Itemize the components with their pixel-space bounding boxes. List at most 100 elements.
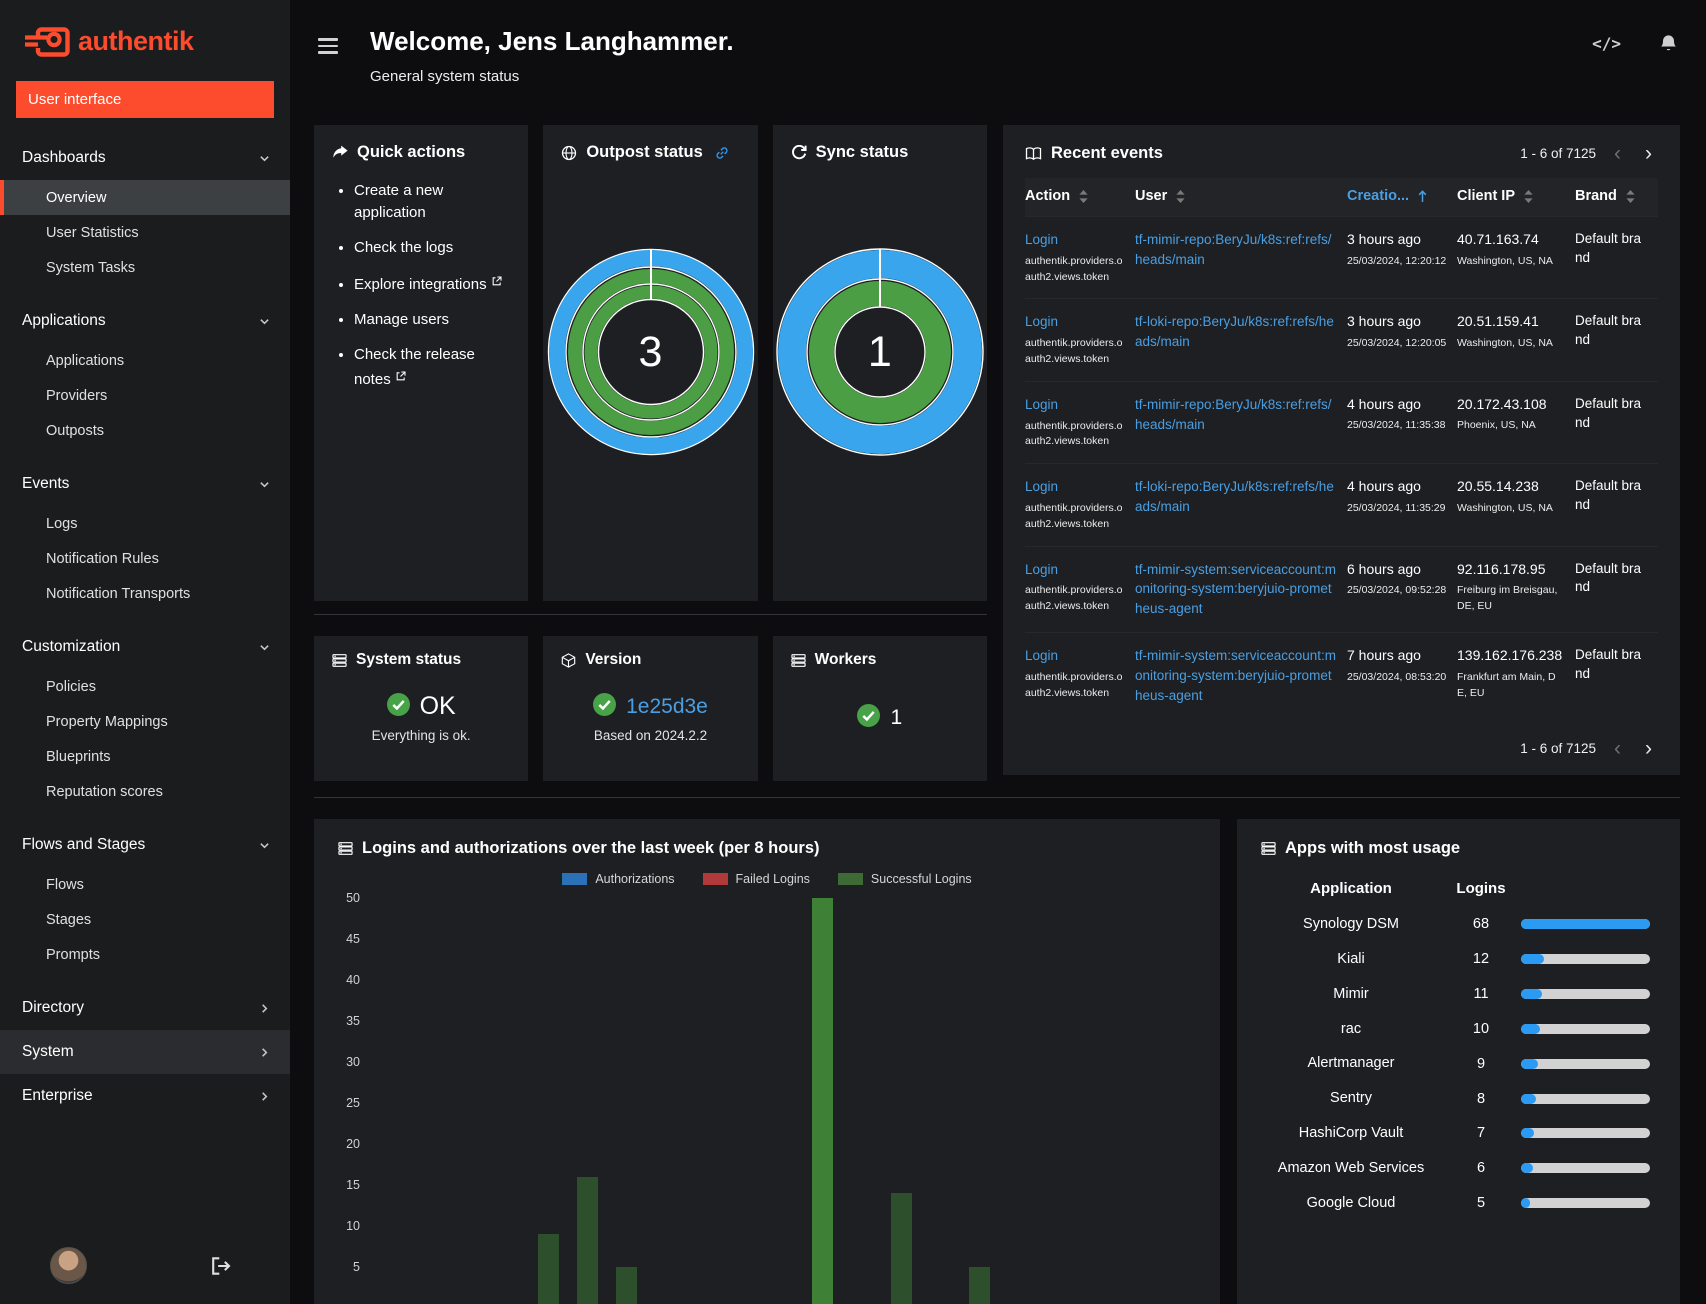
- event-action-detail: authentik.providers.oauth2.views.token: [1025, 254, 1123, 283]
- api-browser-icon[interactable]: </>: [1592, 34, 1621, 53]
- app-usage-progress-bar: [1521, 919, 1650, 930]
- event-row[interactable]: Login authentik.providers.oauth2.views.to…: [1025, 298, 1658, 380]
- quick-action-check-the-logs[interactable]: Check the logs: [354, 237, 510, 259]
- pagination-next-button[interactable]: ›: [1639, 738, 1658, 759]
- event-user-link[interactable]: tf-mimir-repo:BeryJu/k8s:ref:refs/heads/…: [1135, 397, 1332, 432]
- sidebar-section-customization[interactable]: Customization: [0, 625, 290, 669]
- event-client-ip: 139.162.176.238: [1457, 647, 1563, 664]
- sidebar-item-logs[interactable]: Logs: [0, 506, 290, 541]
- column-header-creatio[interactable]: Creatio...: [1347, 188, 1457, 204]
- apps-usage-table: Application Logins Synology DSM 68 Kiali 12…: [1261, 874, 1656, 1221]
- event-row[interactable]: Login authentik.providers.oauth2.views.to…: [1025, 216, 1658, 298]
- pagination-label: 1 - 6 of 7125: [1520, 146, 1596, 161]
- event-user-link[interactable]: tf-mimir-system:serviceaccount:monitorin…: [1135, 648, 1336, 703]
- event-row[interactable]: Login authentik.providers.oauth2.views.to…: [1025, 380, 1658, 463]
- event-action-link[interactable]: Login: [1025, 232, 1058, 247]
- sidebar-item-user-statistics[interactable]: User Statistics: [0, 215, 290, 250]
- sidebar-item-label: Property Mappings: [46, 713, 168, 730]
- sidebar-item-notification-transports[interactable]: Notification Transports: [0, 576, 290, 611]
- sidebar-item-prompts[interactable]: Prompts: [0, 937, 290, 972]
- sidebar-section-events[interactable]: Events: [0, 462, 290, 506]
- sidebar-item-policies[interactable]: Policies: [0, 669, 290, 704]
- sort-icon[interactable]: [1626, 189, 1635, 203]
- sidebar-item-overview[interactable]: Overview: [0, 180, 290, 215]
- event-row[interactable]: Login authentik.providers.oauth2.views.to…: [1025, 545, 1658, 633]
- column-header-client-ip[interactable]: Client IP: [1457, 188, 1575, 204]
- sidebar-item-reputation-scores[interactable]: Reputation scores: [0, 774, 290, 809]
- sidebar-section-applications[interactable]: Applications: [0, 299, 290, 343]
- divider: [314, 797, 1680, 798]
- event-user-link[interactable]: tf-mimir-system:serviceaccount:monitorin…: [1135, 562, 1336, 617]
- app-name: Mimir: [1333, 985, 1369, 1002]
- sidebar-item-system-tasks[interactable]: System Tasks: [0, 250, 290, 285]
- event-action-link[interactable]: Login: [1025, 314, 1058, 329]
- y-axis-tick: 5: [353, 1260, 360, 1274]
- sort-icon[interactable]: [1176, 189, 1185, 203]
- sidebar-item-outposts[interactable]: Outposts: [0, 413, 290, 448]
- quick-action-explore-integrations[interactable]: Explore integrations: [354, 271, 510, 296]
- sidebar-section-directory[interactable]: Directory: [0, 986, 290, 1030]
- sidebar-item-notification-rules[interactable]: Notification Rules: [0, 541, 290, 576]
- quick-action-create-a-new-application[interactable]: Create a new application: [354, 180, 510, 224]
- app-login-count: 68: [1472, 916, 1490, 933]
- sort-icon[interactable]: [1079, 189, 1088, 203]
- event-action-detail: authentik.providers.oauth2.views.token: [1025, 584, 1123, 613]
- pagination-prev-button[interactable]: ‹: [1608, 738, 1627, 759]
- pagination-next-button[interactable]: ›: [1639, 143, 1658, 164]
- column-header-user[interactable]: User: [1135, 188, 1347, 204]
- chart-bar-successful-logins: [537, 1234, 559, 1304]
- event-user-link[interactable]: tf-loki-repo:BeryJu/k8s:ref:refs/heads/m…: [1135, 314, 1334, 349]
- user-avatar[interactable]: [50, 1247, 87, 1284]
- event-time: 3 hours ago: [1347, 313, 1421, 330]
- sidebar-section-label: Flows and Stages: [22, 836, 146, 853]
- sidebar-item-property-mappings[interactable]: Property Mappings: [0, 704, 290, 739]
- logo-wordmark: authentik: [78, 26, 194, 56]
- sync-status-title: Sync status: [815, 143, 909, 161]
- sidebar-item-flows[interactable]: Flows: [0, 867, 290, 902]
- user-interface-button[interactable]: User interface: [16, 81, 274, 118]
- column-header-brand[interactable]: Brand: [1575, 188, 1658, 204]
- notifications-bell-icon[interactable]: [1659, 34, 1678, 53]
- pagination-prev-button[interactable]: ‹: [1608, 143, 1627, 164]
- sort-icon[interactable]: [1524, 189, 1533, 203]
- sidebar-item-providers[interactable]: Providers: [0, 378, 290, 413]
- event-timestamp: 25/03/2024, 09:52:28: [1347, 584, 1447, 597]
- sidebar-item-stages[interactable]: Stages: [0, 902, 290, 937]
- app-login-count: 11: [1473, 986, 1489, 1003]
- event-location: Washington, US, NA: [1457, 254, 1553, 267]
- column-header-action[interactable]: Action: [1025, 188, 1135, 204]
- menu-toggle-button[interactable]: [316, 32, 340, 60]
- event-action-link[interactable]: Login: [1025, 562, 1058, 577]
- event-user-link[interactable]: tf-loki-repo:BeryJu/k8s:ref:refs/heads/m…: [1135, 479, 1334, 514]
- legend-item-failed-logins[interactable]: Failed Logins: [702, 872, 810, 886]
- main-area: Welcome, Jens Langhammer. General system…: [290, 0, 1706, 1304]
- sidebar-section-label: Applications: [22, 312, 106, 329]
- sidebar-section-system[interactable]: System: [0, 1030, 290, 1074]
- legend-item-successful-logins[interactable]: Successful Logins: [837, 872, 972, 886]
- y-axis-tick: 40: [346, 973, 360, 987]
- sign-out-icon[interactable]: [211, 1256, 232, 1275]
- event-action-link[interactable]: Login: [1025, 648, 1058, 663]
- sidebar-section-dashboards[interactable]: Dashboards: [0, 136, 290, 180]
- sidebar-section-flows-and-stages[interactable]: Flows and Stages: [0, 823, 290, 867]
- sync-status-card: Sync status 1: [772, 125, 987, 601]
- quick-action-check-the-release-notes[interactable]: Check the release notes: [354, 344, 510, 391]
- version-value-link[interactable]: 1e25d3e: [626, 695, 708, 719]
- sidebar-item-applications[interactable]: Applications: [0, 343, 290, 378]
- app-usage-progress-bar: [1521, 1163, 1650, 1174]
- app-usage-row: Mimir 11: [1261, 977, 1656, 1012]
- event-row[interactable]: Login authentik.providers.oauth2.views.to…: [1025, 632, 1658, 719]
- authentik-logo[interactable]: authentik: [0, 0, 290, 69]
- sidebar-item-blueprints[interactable]: Blueprints: [0, 739, 290, 774]
- event-user-link[interactable]: tf-mimir-repo:BeryJu/k8s:ref:refs/heads/…: [1135, 232, 1332, 267]
- sort-icon[interactable]: [1418, 189, 1427, 203]
- outpost-link-icon[interactable]: [715, 146, 729, 160]
- quick-action-manage-users[interactable]: Manage users: [354, 309, 510, 331]
- legend-item-authorizations[interactable]: Authorizations: [562, 872, 675, 886]
- sidebar-section-enterprise[interactable]: Enterprise: [0, 1074, 290, 1118]
- globe-icon: [561, 145, 577, 161]
- event-action-link[interactable]: Login: [1025, 397, 1058, 412]
- event-action-link[interactable]: Login: [1025, 479, 1058, 494]
- sidebar-section-label: Customization: [22, 638, 121, 655]
- event-row[interactable]: Login authentik.providers.oauth2.views.to…: [1025, 463, 1658, 545]
